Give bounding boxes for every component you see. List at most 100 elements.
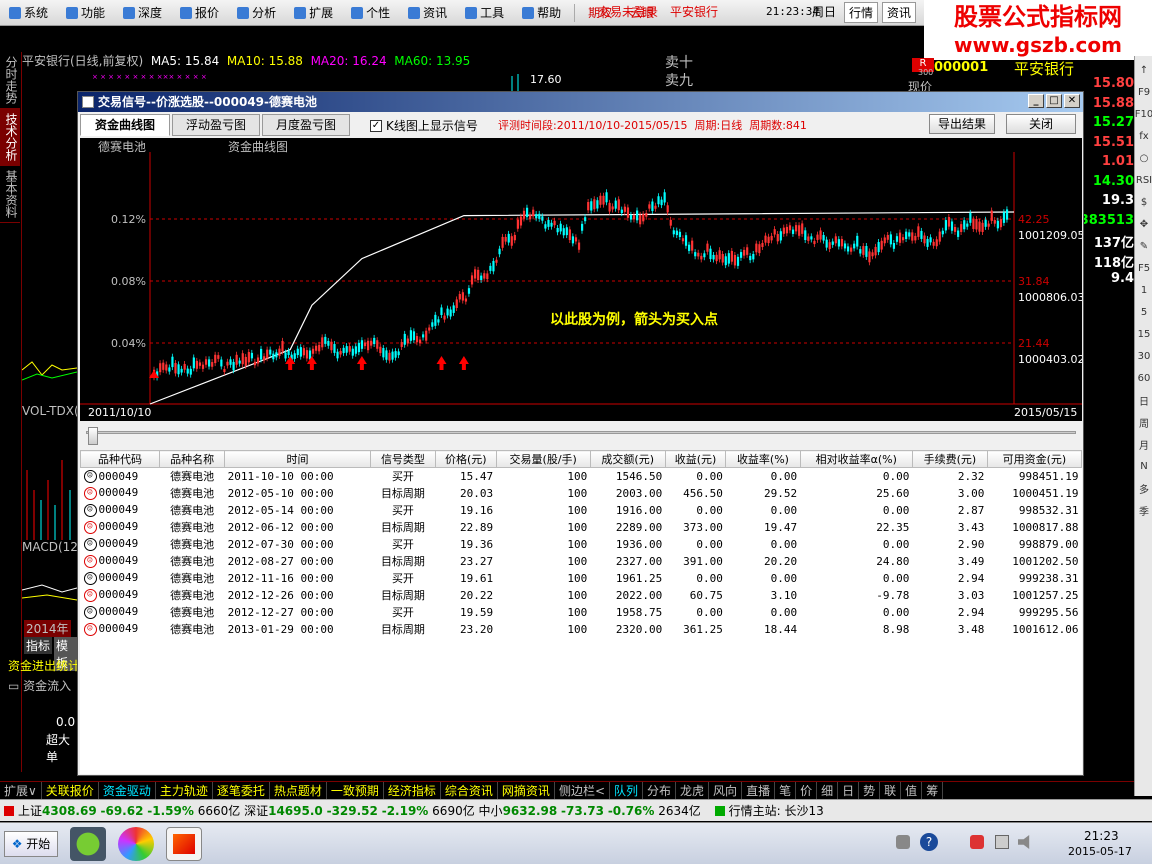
toolbar-button-20[interactable]: 季 (1136, 502, 1152, 518)
col-header-6[interactable]: 成交额(元) (589, 450, 666, 468)
network-icon[interactable] (995, 835, 1009, 849)
table-row[interactable]: ☺ 000049 德赛电池 2012-07-30 00:00 买开 19.36 100 193… (81, 536, 1082, 553)
bottom-tab-4[interactable]: 逐笔委托 (213, 782, 270, 799)
bottom-tab-6[interactable]: 一致预期 (327, 782, 384, 799)
toolbar-button-17[interactable]: 月 (1136, 436, 1152, 452)
toolbar-button-0[interactable]: ↑ (1136, 62, 1152, 78)
menu-item-9[interactable]: 帮助 (513, 4, 570, 21)
bottom-tab-19[interactable]: 日 (838, 782, 860, 799)
toolbar-button-9[interactable]: F5 (1136, 260, 1152, 276)
close-icon[interactable]: ✕ (1064, 94, 1080, 108)
export-button[interactable]: 导出结果 (929, 114, 995, 134)
table-row[interactable]: ☺ 000049 德赛电池 2012-12-26 00:00 目标周期 20.22 100 2… (81, 587, 1082, 604)
bottom-tab-3[interactable]: 主力轨迹 (156, 782, 213, 799)
news-button[interactable]: 资讯 (882, 2, 917, 23)
toolbar-button-7[interactable]: ✥ (1136, 216, 1152, 232)
toolbar-button-13[interactable]: 30 (1136, 348, 1152, 364)
toolbar-button-18[interactable]: N (1136, 458, 1152, 474)
menu-item-6[interactable]: 个性 (342, 4, 399, 21)
menu-item-0[interactable]: 系统 (0, 4, 57, 21)
menu-item-1[interactable]: 功能 (57, 4, 114, 21)
volume-icon[interactable] (1018, 835, 1030, 849)
table-row[interactable]: ☺ 000049 德赛电池 2012-11-16 00:00 买开 19.61 100 196… (81, 570, 1082, 587)
col-header-1[interactable]: 品种名称 (159, 450, 226, 468)
chat-app-icon[interactable] (70, 827, 106, 861)
color-app-icon[interactable] (118, 827, 154, 861)
scroll-track[interactable] (86, 431, 1076, 434)
scroll-thumb[interactable] (88, 427, 98, 445)
toolbar-button-4[interactable]: ○ (1136, 150, 1152, 166)
login-status[interactable]: 交易未登录 (598, 3, 658, 20)
menu-item-2[interactable]: 深度 (114, 4, 171, 21)
show-signal-option[interactable]: ✓ K线图上显示信号 (370, 117, 478, 134)
toolbar-button-15[interactable]: 日 (1136, 392, 1152, 408)
tray-app-icon[interactable] (970, 835, 984, 849)
tab-indicator[interactable]: 指标 (24, 637, 53, 654)
maximize-icon[interactable]: □ (1046, 94, 1062, 108)
chart-scrollbar[interactable] (80, 425, 1082, 447)
start-button[interactable]: ❖ 开始 (4, 831, 58, 857)
menu-item-8[interactable]: 工具 (456, 4, 513, 21)
tab-monthly-pnl[interactable]: 月度盈亏图 (262, 114, 350, 136)
col-header-9[interactable]: 相对收益率α(%) (799, 450, 913, 468)
menu-item-5[interactable]: 扩展 (285, 4, 342, 21)
menu-item-4[interactable]: 分析 (228, 4, 285, 21)
table-row[interactable]: ☺ 000049 德赛电池 2012-06-12 00:00 目标周期 22.89 100 2… (81, 519, 1082, 536)
table-row[interactable]: ☺ 000049 德赛电池 2013-01-29 00:00 目标周期 23.20 100 2… (81, 621, 1082, 638)
bottom-tab-20[interactable]: 势 (859, 782, 881, 799)
table-row[interactable]: ☺ 000049 德赛电池 2011-10-10 00:00 买开 15.47 100 154… (81, 468, 1082, 485)
table-row[interactable]: ☺ 000049 德赛电池 2012-05-14 00:00 买开 19.16 100 191… (81, 502, 1082, 519)
toolbar-button-11[interactable]: 5 (1136, 304, 1152, 320)
bottom-tab-16[interactable]: 笔 (775, 782, 797, 799)
quote-button[interactable]: 行情 (844, 2, 879, 23)
col-header-4[interactable]: 价格(元) (434, 450, 497, 468)
help-icon[interactable]: ? (920, 833, 938, 851)
table-row[interactable]: ☺ 000049 德赛电池 2012-08-27 00:00 目标周期 23.27 100 2… (81, 553, 1082, 570)
minimize-icon[interactable]: _ (1028, 94, 1044, 108)
stock-app-icon[interactable] (166, 827, 202, 861)
col-header-2[interactable]: 时间 (224, 450, 371, 468)
col-header-3[interactable]: 信号类型 (369, 450, 436, 468)
bottom-tab-11[interactable]: 队列 (610, 782, 644, 799)
bottom-tab-0[interactable]: 扩展∨ (0, 782, 42, 799)
keyboard-icon[interactable] (896, 835, 910, 849)
toolbar-button-3[interactable]: fx (1136, 128, 1152, 144)
left-tab-2[interactable]: 基本资料 (0, 166, 20, 223)
bottom-tab-9[interactable]: 网摘资讯 (498, 782, 555, 799)
toolbar-button-12[interactable]: 15 (1136, 326, 1152, 342)
toolbar-button-16[interactable]: 周 (1136, 414, 1152, 430)
show-signal-checkbox[interactable]: ✓ (370, 119, 382, 132)
table-row[interactable]: ☺ 000049 德赛电池 2012-05-10 00:00 目标周期 20.03 100 2… (81, 485, 1082, 502)
bottom-tab-7[interactable]: 经济指标 (384, 782, 441, 799)
toolbar-button-19[interactable]: 多 (1136, 480, 1152, 496)
bottom-tab-10[interactable]: 侧边栏< (555, 782, 610, 799)
bottom-tab-8[interactable]: 综合资讯 (441, 782, 498, 799)
bottom-tab-2[interactable]: 资金驱动 (99, 782, 156, 799)
col-header-0[interactable]: 品种代码 (79, 450, 161, 468)
close-button[interactable]: 关闭 (1006, 114, 1076, 134)
bottom-tab-21[interactable]: 联 (880, 782, 902, 799)
toolbar-button-5[interactable]: RSI (1136, 172, 1152, 188)
bottom-tab-17[interactable]: 价 (796, 782, 818, 799)
menu-item-3[interactable]: 报价 (171, 4, 228, 21)
bottom-tab-12[interactable]: 分布 (643, 782, 677, 799)
bottom-tab-15[interactable]: 直播 (742, 782, 776, 799)
bottom-tab-18[interactable]: 细 (817, 782, 839, 799)
col-header-7[interactable]: 收益(元) (664, 450, 727, 468)
col-header-11[interactable]: 可用资金(元) (986, 450, 1083, 468)
bottom-tab-22[interactable]: 值 (901, 782, 923, 799)
toolbar-button-8[interactable]: ✎ (1136, 238, 1152, 254)
bottom-tab-1[interactable]: 关联报价 (42, 782, 99, 799)
table-row[interactable]: ☺ 000049 德赛电池 2012-12-27 00:00 买开 19.59 100 195… (81, 604, 1082, 621)
bottom-tab-23[interactable]: 筹 (922, 782, 944, 799)
toolbar-button-10[interactable]: 1 (1136, 282, 1152, 298)
bottom-tab-14[interactable]: 风向 (709, 782, 743, 799)
left-tab-0[interactable]: 分时走势 (0, 52, 20, 109)
tab-floating-pnl[interactable]: 浮动盈亏图 (172, 114, 260, 136)
col-header-10[interactable]: 手续费(元) (911, 450, 988, 468)
left-tab-1[interactable]: 技术分析 (0, 109, 20, 166)
col-header-8[interactable]: 收益率(%) (725, 450, 801, 468)
tab-equity-curve[interactable]: 资金曲线图 (80, 114, 170, 136)
bottom-tab-13[interactable]: 龙虎 (676, 782, 710, 799)
toolbar-button-1[interactable]: F9 (1136, 84, 1152, 100)
